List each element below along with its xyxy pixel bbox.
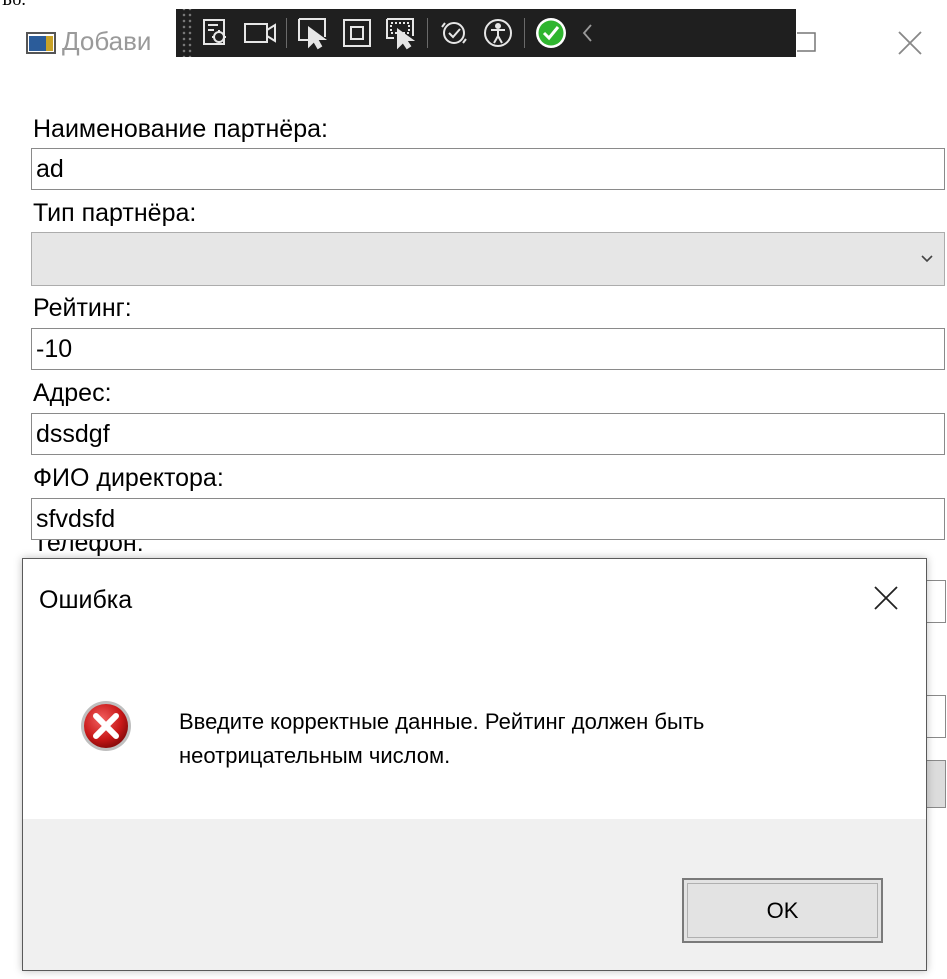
toolbar-separator (524, 18, 525, 48)
phone-input-fragment[interactable] (926, 580, 946, 623)
address-input[interactable]: dssdgf (31, 413, 945, 455)
debug-toolbar (176, 9, 796, 57)
hot-reload-icon (441, 22, 467, 44)
collapse-chevron-icon (582, 24, 592, 42)
director-label: ФИО директора: (33, 464, 224, 492)
maximize-icon[interactable] (797, 32, 817, 52)
live-visual-tree-button[interactable] (194, 9, 238, 57)
toolbar-separator (427, 18, 428, 48)
chevron-down-icon (921, 255, 933, 263)
accessibility-button[interactable] (476, 9, 520, 57)
layout-adorners-button[interactable] (335, 9, 379, 57)
accessibility-icon (484, 19, 512, 47)
record-button[interactable] (238, 9, 282, 57)
error-dialog: Ошибка Введите корректные данные. Рейтин… (22, 558, 927, 971)
window-close-icon[interactable] (895, 28, 925, 58)
dialog-footer: OK (23, 819, 926, 970)
dialog-message: Введите корректные данные. Рейтинг долже… (179, 709, 705, 768)
toolbar-grip[interactable] (180, 9, 194, 57)
partner-type-select[interactable] (31, 232, 945, 286)
dialog-close-icon[interactable] (871, 583, 901, 613)
track-focus-button[interactable] (379, 9, 423, 57)
rating-label: Рейтинг: (33, 294, 132, 322)
ok-button[interactable]: OK (682, 878, 883, 943)
hidden-input-fragment[interactable] (926, 695, 946, 738)
director-input[interactable]: sfvdsfd (31, 498, 945, 540)
track-focused-element-icon (386, 18, 416, 50)
phone-label-text: Телефон: (33, 540, 144, 557)
display-layout-adorners-icon (343, 19, 371, 47)
record-icon (244, 23, 276, 43)
partner-name-label: Наименование партнёра: (33, 115, 328, 143)
hot-reload-button[interactable] (432, 9, 476, 57)
select-element-button[interactable] (291, 9, 335, 57)
hidden-button-fragment[interactable] (926, 760, 946, 808)
select-element-icon (298, 18, 328, 50)
check-icon (536, 18, 566, 48)
check-status-button[interactable] (529, 9, 573, 57)
add-partner-window: Бо. Добави (0, 0, 947, 979)
rating-input[interactable]: -10 (31, 328, 945, 370)
window-title: Добави (62, 26, 152, 56)
partner-name-input[interactable]: ad (31, 148, 945, 190)
address-label: Адрес: (33, 379, 112, 407)
collapse-toolbar-button[interactable] (573, 9, 603, 57)
partner-type-label: Тип партнёра: (33, 199, 197, 227)
error-icon (81, 701, 131, 751)
title-top-fragment-text: Бо. (2, 0, 26, 9)
live-visual-tree-icon (203, 19, 226, 45)
app-window-icon (26, 32, 56, 54)
dialog-title: Ошибка (39, 586, 133, 614)
phone-label-fragment: Телефон: (33, 540, 213, 558)
toolbar-separator (286, 18, 287, 48)
